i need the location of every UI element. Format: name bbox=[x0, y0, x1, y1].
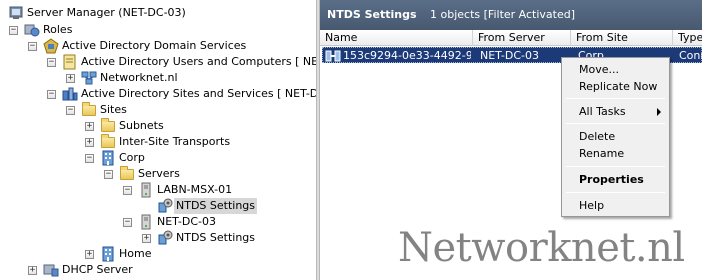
collapse-sites-toggle[interactable]: − bbox=[66, 106, 75, 115]
aduc-icon bbox=[62, 54, 78, 70]
row-name: 153c9294-0e33-4492-9... bbox=[343, 49, 471, 62]
column-header-from-site[interactable]: From Site bbox=[571, 30, 673, 46]
tree-label-server1: LABN-MSX-01 bbox=[157, 183, 233, 196]
menu-separator bbox=[566, 192, 665, 193]
expand-domain-toggle[interactable]: + bbox=[66, 74, 75, 83]
tree-label-server-manager: Server Manager (NET-DC-03) bbox=[27, 6, 186, 19]
collapse-adds-toggle[interactable]: − bbox=[28, 42, 37, 51]
menu-separator bbox=[566, 166, 665, 167]
tree-label-home: Home bbox=[119, 247, 152, 260]
expand-home-toggle[interactable]: + bbox=[85, 250, 94, 259]
watermark: Networknet.nl bbox=[398, 225, 685, 271]
adss-icon bbox=[62, 86, 78, 102]
tree-label-servers: Servers bbox=[138, 167, 180, 180]
expand-ntds2-toggle[interactable]: + bbox=[142, 234, 151, 243]
row-from-server: NET-DC-03 bbox=[480, 49, 539, 62]
connection-icon bbox=[325, 48, 341, 64]
menu-item-all-tasks[interactable]: All Tasks bbox=[564, 103, 667, 120]
roles-icon bbox=[24, 22, 40, 38]
folder-icon bbox=[119, 166, 135, 182]
collapse-aduc-toggle[interactable]: − bbox=[47, 58, 56, 67]
details-title: NTDS Settings bbox=[327, 8, 417, 21]
server-icon bbox=[138, 182, 154, 198]
column-header-name[interactable]: Name bbox=[320, 30, 473, 46]
filter-status: [Filter Activated] bbox=[483, 8, 576, 21]
tree-label-ntds1: NTDS Settings bbox=[174, 198, 258, 214]
tree-label-aduc: Active Directory Users and Computers [ N… bbox=[81, 55, 316, 68]
tree-label-dhcp: DHCP Server bbox=[62, 263, 133, 276]
ntds-settings-icon bbox=[157, 230, 173, 246]
expand-inter-site-toggle[interactable]: + bbox=[85, 138, 94, 147]
context-menu: Move... Replicate Now All Tasks Delete R… bbox=[561, 57, 670, 217]
expand-dhcp-toggle[interactable]: + bbox=[28, 266, 37, 275]
column-header-row: Name From Server From Site Type bbox=[320, 30, 702, 46]
adds-icon bbox=[43, 38, 59, 54]
tree-label-domain: Networknet.nl bbox=[100, 71, 178, 84]
server-icon bbox=[138, 214, 154, 230]
collapse-server2-toggle[interactable]: − bbox=[123, 218, 132, 227]
menu-separator bbox=[566, 98, 665, 99]
collapse-corp-toggle[interactable]: − bbox=[85, 154, 94, 163]
expand-subnets-toggle[interactable]: + bbox=[85, 122, 94, 131]
ntds-settings-icon bbox=[157, 198, 173, 214]
tree-label-ntds2: NTDS Settings bbox=[176, 231, 256, 244]
details-header: NTDS Settings 1 objects [Filter Activate… bbox=[320, 0, 702, 30]
folder-icon bbox=[81, 102, 97, 118]
object-count: 1 objects bbox=[430, 8, 481, 21]
server-manager-icon bbox=[8, 5, 24, 21]
tree-label-sites: Sites bbox=[100, 103, 127, 116]
menu-item-rename[interactable]: Rename bbox=[564, 145, 667, 162]
menu-item-help[interactable]: Help bbox=[564, 197, 667, 214]
collapse-server1-toggle[interactable]: − bbox=[123, 186, 132, 195]
collapse-roles-toggle[interactable]: − bbox=[9, 26, 18, 35]
submenu-arrow-icon bbox=[657, 108, 661, 116]
tree-pane: Server Manager (NET-DC-03) − Roles − Act… bbox=[0, 0, 316, 280]
domain-icon bbox=[81, 70, 97, 86]
site-icon bbox=[100, 150, 116, 166]
tree-label-corp: Corp bbox=[119, 151, 145, 164]
tree-label-subnets: Subnets bbox=[119, 119, 164, 132]
column-header-type[interactable]: Type bbox=[673, 30, 702, 46]
folder-icon bbox=[100, 134, 116, 150]
row-type: Conn bbox=[679, 49, 702, 62]
dhcp-server-icon bbox=[43, 262, 59, 278]
tree-label-inter-site: Inter-Site Transports bbox=[119, 135, 231, 148]
tree-label-adds: Active Directory Domain Services bbox=[62, 39, 247, 52]
tree-label-server2: NET-DC-03 bbox=[157, 215, 216, 228]
menu-separator bbox=[566, 123, 665, 124]
menu-item-move[interactable]: Move... bbox=[564, 61, 667, 78]
collapse-adss-toggle[interactable]: − bbox=[47, 90, 56, 99]
tree-label-adss: Active Directory Sites and Services [ NE… bbox=[81, 87, 316, 100]
site-icon bbox=[100, 246, 116, 262]
menu-item-all-tasks-label: All Tasks bbox=[579, 105, 626, 118]
folder-icon bbox=[100, 118, 116, 134]
menu-item-properties[interactable]: Properties bbox=[564, 171, 667, 188]
menu-item-delete[interactable]: Delete bbox=[564, 128, 667, 145]
tree-label-roles: Roles bbox=[43, 23, 73, 36]
collapse-servers-toggle[interactable]: − bbox=[104, 170, 113, 179]
menu-item-replicate-now[interactable]: Replicate Now bbox=[564, 78, 667, 95]
column-header-from-server[interactable]: From Server bbox=[473, 30, 571, 46]
